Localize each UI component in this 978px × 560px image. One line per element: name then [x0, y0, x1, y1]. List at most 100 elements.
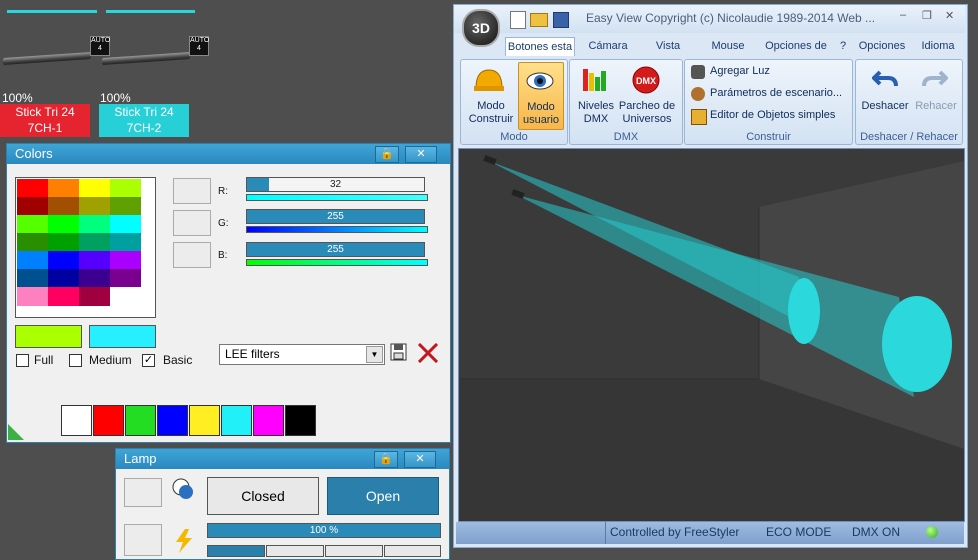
palette-swatch[interactable] [110, 179, 141, 198]
quick-color-swatch[interactable] [157, 405, 188, 436]
palette-swatch[interactable] [17, 251, 48, 270]
dimmer-preset-4[interactable] [384, 545, 441, 557]
deshacer-button[interactable]: Deshacer [858, 100, 912, 113]
palette-swatch[interactable] [110, 251, 141, 270]
palette-swatch[interactable] [79, 287, 110, 306]
palette-swatch[interactable] [48, 197, 79, 216]
full-checkbox[interactable] [16, 354, 29, 367]
lock-icon[interactable]: 🔒 [375, 146, 399, 163]
tab-mouse[interactable]: Mouse [700, 37, 756, 55]
save-file-icon[interactable] [553, 12, 569, 28]
fixture-2-label[interactable]: Stick Tri 24 7CH-2 [99, 104, 189, 137]
colors-panel-titlebar[interactable]: Colors 🔒 ✕ [7, 144, 450, 164]
modo-construir-button[interactable]: Modo Construir [465, 100, 517, 126]
g-slider[interactable]: 255 [246, 209, 425, 224]
minimize-button[interactable]: – [900, 9, 906, 21]
palette-swatch[interactable] [48, 233, 79, 252]
palette-swatch[interactable] [48, 215, 79, 234]
lamp-state-button[interactable] [124, 478, 162, 507]
quick-color-swatch[interactable] [125, 405, 156, 436]
palette-swatch[interactable] [17, 197, 48, 216]
tab-help[interactable]: ? [834, 37, 852, 55]
r-slider[interactable]: 32 [246, 177, 425, 192]
chevron-down-icon[interactable]: ▼ [366, 346, 383, 363]
parcheo-universos-button[interactable]: Parcheo de Universos [616, 100, 678, 126]
medium-label: Medium [89, 353, 132, 367]
rehacer-button[interactable]: Rehacer [910, 100, 962, 113]
palette-swatch[interactable] [110, 215, 141, 234]
palette-swatch[interactable] [79, 269, 110, 288]
new-file-icon[interactable] [510, 11, 526, 29]
palette-swatch[interactable] [48, 251, 79, 270]
modo-usuario-button[interactable]: Modo usuario [518, 62, 564, 130]
editor-objetos-button[interactable]: Editor de Objetos simples [710, 109, 835, 121]
quick-color-swatch[interactable] [221, 405, 252, 436]
agregar-luz-button[interactable]: Agregar Luz [710, 65, 770, 77]
open-folder-icon[interactable] [530, 13, 548, 27]
filter-select[interactable]: LEE filters ▼ [219, 344, 385, 365]
palette-swatch[interactable] [110, 197, 141, 216]
palette-swatch[interactable] [110, 233, 141, 252]
r-value: 32 [329, 179, 342, 190]
fixture-1-label[interactable]: Stick Tri 24 7CH-1 [0, 104, 90, 137]
closed-button[interactable]: Closed [207, 477, 319, 515]
palette-swatch[interactable] [17, 287, 48, 306]
quick-color-swatch[interactable] [93, 405, 124, 436]
dimmer-preset-2[interactable] [266, 545, 324, 557]
tab-opciones[interactable]: Opciones [854, 37, 910, 55]
basic-checkbox[interactable]: ✓ [142, 354, 155, 367]
niveles-dmx-button[interactable]: Niveles DMX [572, 100, 620, 126]
delete-icon[interactable] [417, 342, 439, 364]
lock-icon[interactable]: 🔒 [374, 451, 398, 468]
lamp-panel-titlebar[interactable]: Lamp 🔒 ✕ [116, 449, 449, 469]
quick-color-swatch[interactable] [189, 405, 220, 436]
color-palette[interactable] [15, 177, 156, 318]
palette-swatch[interactable] [48, 179, 79, 198]
resize-grip-icon[interactable] [8, 424, 24, 440]
palette-swatch[interactable] [17, 269, 48, 288]
palette-swatch[interactable] [79, 233, 110, 252]
primary-color-swatch[interactable] [15, 325, 82, 348]
palette-swatch[interactable] [17, 233, 48, 252]
tab-opciones-de[interactable]: Opciones de [762, 37, 830, 55]
fixture-2-icon[interactable] [102, 51, 190, 66]
palette-swatch[interactable] [48, 269, 79, 288]
tab-vista[interactable]: Vista [645, 37, 691, 55]
tab-idioma[interactable]: Idioma [914, 37, 962, 55]
open-button[interactable]: Open [327, 477, 439, 515]
tab-camara[interactable]: Cámara [580, 37, 636, 55]
b-slider[interactable]: 255 [246, 242, 425, 257]
dimmer-preset-1[interactable] [207, 545, 265, 557]
close-window-button[interactable]: ✕ [945, 9, 954, 22]
r-color-button[interactable] [173, 178, 211, 204]
app-logo[interactable]: 3D [462, 9, 500, 47]
g-color-button[interactable] [173, 210, 211, 236]
close-icon[interactable]: ✕ [404, 451, 436, 468]
palette-swatch[interactable] [17, 215, 48, 234]
palette-swatch[interactable] [48, 287, 79, 306]
medium-checkbox[interactable] [69, 354, 82, 367]
maximize-button[interactable]: ❐ [922, 9, 932, 22]
palette-swatch[interactable] [79, 197, 110, 216]
tab-botones[interactable]: Botones esta [505, 37, 575, 56]
quick-color-swatch[interactable] [285, 405, 316, 436]
secondary-color-swatch[interactable] [89, 325, 156, 348]
b-color-button[interactable] [173, 242, 211, 268]
palette-swatch[interactable] [110, 269, 141, 288]
quick-color-swatch[interactable] [61, 405, 92, 436]
save-icon[interactable] [390, 343, 407, 361]
title-bar[interactable]: 3D Easy View Copyright (c) Nicolaudie 19… [454, 5, 965, 47]
fixture-1-icon[interactable] [3, 51, 91, 66]
palette-swatch[interactable] [17, 179, 48, 198]
dimmer-button[interactable] [124, 524, 162, 556]
parametros-escenario-button[interactable]: Parámetros de escenario... [710, 87, 842, 99]
quick-color-swatch[interactable] [253, 405, 284, 436]
palette-swatch[interactable] [79, 179, 110, 198]
palette-swatch[interactable] [79, 215, 110, 234]
close-icon[interactable]: ✕ [405, 146, 437, 163]
palette-swatch[interactable] [110, 287, 141, 306]
dimmer-preset-3[interactable] [325, 545, 383, 557]
palette-swatch[interactable] [79, 251, 110, 270]
dimmer-slider[interactable]: 100 % [207, 523, 441, 538]
3d-viewport[interactable] [458, 148, 965, 522]
